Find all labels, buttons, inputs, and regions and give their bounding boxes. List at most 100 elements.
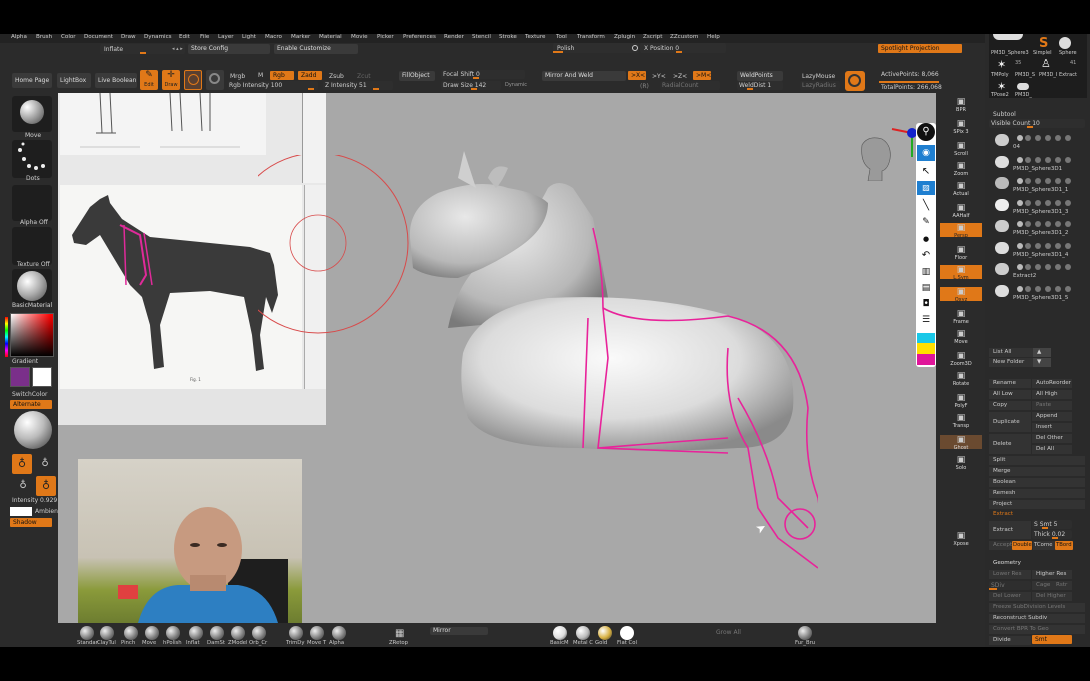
accept-button[interactable]: Accept xyxy=(989,541,1013,550)
menu-item-macro[interactable]: Macro xyxy=(265,34,282,40)
copy-button[interactable]: Copy xyxy=(989,401,1031,410)
z-intensity-slider[interactable]: Z Intensity 51 xyxy=(323,81,393,90)
subtool-toggle-icon[interactable] xyxy=(1045,156,1051,163)
subtool-toggle-icon[interactable] xyxy=(1035,135,1041,141)
subtool-item[interactable]: PM3D_Sphere3D1 xyxy=(989,154,1085,174)
lazy-mouse-button[interactable]: LazyMouse xyxy=(802,73,835,80)
list-icon[interactable]: ☰ xyxy=(917,313,935,327)
eye-visibility-icon[interactable] xyxy=(1065,285,1071,292)
eye-visibility-icon[interactable] xyxy=(1065,264,1071,270)
rotate-button[interactable]: ▣ Rotate xyxy=(940,371,982,387)
brush-label[interactable]: Move xyxy=(142,640,156,646)
menu-item-alpha[interactable]: Alpha xyxy=(11,34,27,40)
grow-all-button[interactable]: Grow All xyxy=(716,629,741,636)
live-boolean-button[interactable]: Live Boolean xyxy=(95,73,137,88)
fur-brush-icon[interactable] xyxy=(798,626,812,640)
brush-label[interactable]: Standar xyxy=(77,640,98,646)
menu-item-zzcustom[interactable]: ZZcustom xyxy=(670,34,698,40)
material-label[interactable]: Flat Col xyxy=(617,640,637,646)
subtool-toggle-icon[interactable] xyxy=(1035,199,1041,206)
color-swatch-stack[interactable] xyxy=(917,333,935,365)
rename-button[interactable]: Rename xyxy=(989,379,1031,388)
claytul-brush-icon[interactable] xyxy=(100,626,114,640)
extract-button[interactable]: Extract xyxy=(989,521,1031,539)
sphere-thumb-icon[interactable] xyxy=(1059,37,1071,49)
subtool-toggle-icon[interactable] xyxy=(1017,156,1023,163)
del-other-button[interactable]: Del Other xyxy=(1032,434,1072,443)
subtool-toggle-icon[interactable] xyxy=(1017,264,1023,270)
subtool-toggle-icon[interactable] xyxy=(1025,264,1031,270)
hue-strip[interactable] xyxy=(5,317,8,357)
enable-customize-button[interactable]: Enable Customize xyxy=(274,44,358,54)
zoom-button[interactable]: ▣ Zoom xyxy=(940,161,982,177)
material-flat-col-icon[interactable] xyxy=(620,626,634,640)
thick-slider[interactable]: Thick 0.02 xyxy=(1032,530,1072,539)
zsub-button[interactable]: Zsub xyxy=(329,73,344,80)
subtool-toggle-icon[interactable] xyxy=(1025,285,1031,292)
scale-mode-button[interactable] xyxy=(206,70,224,90)
tcorne-button[interactable]: TCorne xyxy=(1033,541,1055,550)
append-button[interactable]: Append xyxy=(1032,412,1072,421)
subtool-toggle-icon[interactable] xyxy=(1045,199,1051,206)
menu-item-picker[interactable]: Picker xyxy=(377,34,394,40)
standar-brush-icon[interactable] xyxy=(80,626,94,640)
edit-button[interactable]: ✎ Edit xyxy=(140,70,158,90)
subtool-toggle-icon[interactable] xyxy=(1035,156,1041,163)
boolean-button[interactable]: Boolean xyxy=(989,478,1085,487)
inflat-brush-icon[interactable] xyxy=(189,626,203,640)
pinch-brush-icon[interactable] xyxy=(124,626,138,640)
lower-res-button[interactable]: Lower Res xyxy=(989,570,1031,579)
subtool-toggle-icon[interactable] xyxy=(1017,199,1023,206)
arrow-up-button[interactable]: ▲ xyxy=(1033,348,1051,357)
subtool-toggle-icon[interactable] xyxy=(1045,221,1051,227)
menu-item-edit[interactable]: Edit xyxy=(179,34,190,40)
floor-button[interactable]: ▣ Floor xyxy=(940,245,982,261)
insert-button[interactable]: Insert xyxy=(1032,423,1072,432)
draw-size-slider[interactable]: Draw Size 142 xyxy=(441,81,501,90)
menu-item-zscript[interactable]: Zscript xyxy=(643,34,662,40)
all-low-button[interactable]: All Low xyxy=(989,390,1031,399)
cage-button[interactable]: Cage xyxy=(1032,581,1052,590)
subtool-toggle-icon[interactable] xyxy=(1017,221,1023,227)
list-all-button[interactable]: List All xyxy=(989,348,1033,357)
pm3d-thumb-icon[interactable] xyxy=(1017,83,1029,90)
menu-item-layer[interactable]: Layer xyxy=(218,34,234,40)
brush-label[interactable]: Alpha xyxy=(329,640,344,646)
brush-label[interactable]: TrimDy xyxy=(286,640,304,646)
subtool-toggle-icon[interactable] xyxy=(1045,242,1051,249)
menu-item-stroke[interactable]: Stroke xyxy=(499,34,517,40)
polish-slider[interactable]: Polish xyxy=(553,43,639,53)
weld-points-button[interactable]: WeldPoints xyxy=(737,71,783,81)
freeze-subdivision-button[interactable]: Freeze SubDivision Levels xyxy=(989,603,1085,612)
brush-label[interactable]: hPolish xyxy=(163,640,182,646)
subtool-toggle-icon[interactable] xyxy=(1025,178,1031,184)
subtool-toggle-icon[interactable] xyxy=(1045,178,1051,184)
reconstruct-subdiv-button[interactable]: Reconstruct Subdiv xyxy=(989,614,1085,623)
mrgb-button[interactable]: Mrgb xyxy=(230,73,245,80)
eye-visibility-icon[interactable] xyxy=(1065,135,1071,141)
dot-icon[interactable]: ● xyxy=(917,233,935,245)
paste-icon[interactable]: ▤ xyxy=(917,281,935,295)
zcut-button[interactable]: Zcut xyxy=(357,73,371,80)
lazy-radius-slider[interactable]: LazyRadius xyxy=(800,81,840,90)
merge-button[interactable]: Merge xyxy=(989,467,1085,476)
menu-item-draw[interactable]: Draw xyxy=(121,34,136,40)
menu-item-brush[interactable]: Brush xyxy=(36,34,52,40)
menu-item-marker[interactable]: Marker xyxy=(291,34,310,40)
subtool-toggle-icon[interactable] xyxy=(1045,135,1051,141)
shadow-button[interactable]: Shadow xyxy=(10,518,52,527)
spix-3-button[interactable]: ▣ SPix 3 xyxy=(940,119,982,135)
menu-item-zplugin[interactable]: Zplugin xyxy=(614,34,635,40)
subtool-item[interactable]: PM3D_Sphere3D1_1 xyxy=(989,175,1085,195)
paste-button[interactable]: Paste xyxy=(1032,401,1072,410)
zmodel-brush-icon[interactable] xyxy=(231,626,245,640)
trimdy-brush-icon[interactable] xyxy=(289,626,303,640)
ruler-icon[interactable]: ▨ xyxy=(917,181,935,195)
sdiv-slider[interactable]: SDiv xyxy=(989,581,1031,590)
light-bulb-2-icon[interactable]: ♁ xyxy=(14,477,32,495)
subtool-item[interactable]: Extract2 xyxy=(989,261,1085,281)
zoom3d-button[interactable]: ▣ Zoom3D xyxy=(940,351,982,367)
hpolish-brush-icon[interactable] xyxy=(166,626,180,640)
subtool-toggle-icon[interactable] xyxy=(1017,178,1023,184)
mirror-button[interactable]: Mirror xyxy=(430,627,488,635)
